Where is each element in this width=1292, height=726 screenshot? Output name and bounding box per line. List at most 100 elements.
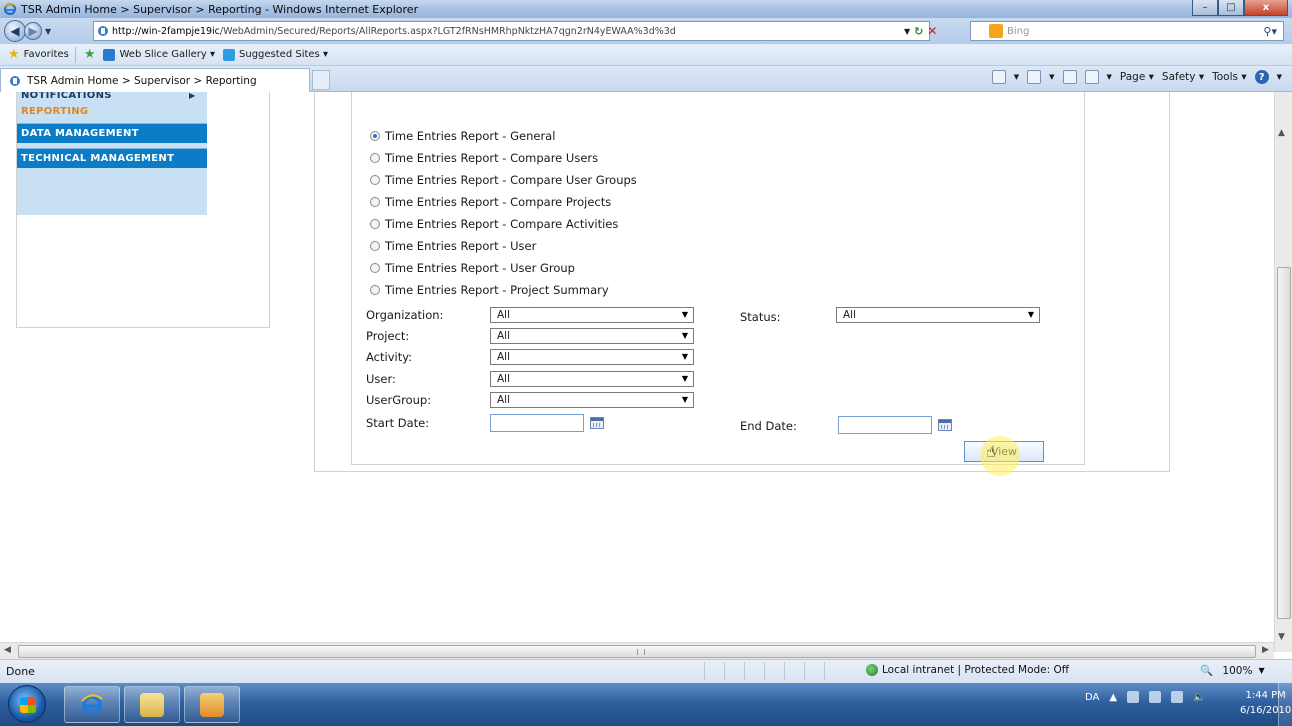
feeds-icon[interactable]	[1027, 70, 1042, 84]
safety-menu[interactable]: Safety ▾	[1162, 71, 1204, 83]
tray-expand-icon[interactable]: ▲	[1109, 692, 1117, 703]
page-menu[interactable]: Page ▾	[1120, 71, 1154, 83]
volume-icon[interactable]: 🔈	[1193, 692, 1205, 703]
scroll-left-icon[interactable]: ◀	[4, 645, 11, 655]
tab-reporting[interactable]: TSR Admin Home > Supervisor > Reporting	[0, 68, 310, 92]
radio-button[interactable]	[370, 285, 380, 295]
report-option-label: Time Entries Report - Compare Projects	[385, 195, 612, 209]
report-option-compare-projects[interactable]: Time Entries Report - Compare Projects	[370, 192, 611, 212]
search-field[interactable]: Bing ⚲▾	[970, 21, 1284, 41]
report-options-panel: Time Entries Report - General Time Entri…	[351, 92, 1085, 476]
radio-button[interactable]	[370, 175, 380, 185]
suggested-sites-icon	[223, 48, 236, 61]
security-zone[interactable]: Local intranet | Protected Mode: Off	[866, 664, 1069, 676]
taskbar-explorer-button[interactable]	[124, 686, 180, 723]
taskbar-app-button[interactable]	[184, 686, 240, 723]
menu-technical-management[interactable]: TECHNICAL MANAGEMENT	[17, 148, 207, 168]
minimize-button[interactable]: –	[1192, 0, 1218, 16]
close-button[interactable]: x	[1244, 0, 1288, 16]
windows-taskbar: DA ▲ 🔈 1:44 PM 6/16/2010	[0, 683, 1292, 726]
menu-data-management[interactable]: DATA MANAGEMENT	[17, 123, 207, 143]
action-center-icon[interactable]	[1127, 691, 1140, 703]
zoom-dropdown-icon[interactable]: ▼	[1258, 666, 1264, 675]
scroll-up-icon[interactable]: ▲	[1278, 128, 1285, 138]
search-placeholder: Bing	[1007, 25, 1030, 37]
home-dropdown-icon[interactable]: ▼	[1014, 73, 1019, 81]
radio-button[interactable]	[370, 219, 380, 229]
report-option-compare-activities[interactable]: Time Entries Report - Compare Activities	[370, 214, 618, 234]
address-dropdown-icon[interactable]: ▼	[904, 27, 910, 36]
radio-button[interactable]	[370, 241, 380, 251]
network-icon[interactable]	[1171, 691, 1184, 703]
report-option-project-summary[interactable]: Time Entries Report - Project Summary	[370, 280, 609, 300]
maximize-button[interactable]: □	[1218, 0, 1244, 16]
project-select[interactable]: All ▼	[490, 328, 694, 344]
radio-button[interactable]	[370, 263, 380, 273]
start-button[interactable]	[8, 685, 46, 723]
menu-reporting[interactable]: REPORTING	[17, 104, 207, 120]
web-slice-gallery-link[interactable]: Web Slice Gallery ▾	[103, 48, 216, 61]
vertical-scroll-thumb[interactable]	[1277, 267, 1291, 619]
print-icon[interactable]	[1084, 70, 1099, 84]
scroll-grip	[637, 649, 645, 655]
report-option-compare-user-groups[interactable]: Time Entries Report - Compare User Group…	[370, 170, 637, 190]
back-arrow-icon: ◀	[10, 24, 20, 38]
vertical-scrollbar[interactable]: ▲ ▼	[1274, 92, 1292, 652]
user-label: User:	[366, 372, 396, 386]
add-favorite-button[interactable]: ★	[84, 47, 96, 62]
stop-icon[interactable]: ✕	[927, 24, 937, 38]
horizontal-scrollbar[interactable]: ◀ ▶	[0, 642, 1274, 659]
taskbar-ie-button[interactable]	[64, 686, 120, 723]
report-option-compare-users[interactable]: Time Entries Report - Compare Users	[370, 148, 598, 168]
add-favorite-icon: ★	[83, 47, 96, 62]
organization-label: Organization:	[366, 308, 444, 322]
report-option-user-group[interactable]: Time Entries Report - User Group	[370, 258, 575, 278]
usergroup-select[interactable]: All ▼	[490, 392, 694, 408]
chevron-down-icon: ▼	[681, 374, 688, 383]
chevron-down-icon: ▼	[1027, 310, 1034, 319]
new-tab-button[interactable]	[312, 70, 330, 90]
chevron-down-icon: ▼	[681, 331, 688, 340]
feeds-dropdown-icon[interactable]: ▼	[1049, 73, 1054, 81]
search-icon[interactable]: ⚲▾	[1263, 25, 1277, 38]
print-dropdown-icon[interactable]: ▼	[1107, 73, 1112, 81]
end-date-label: End Date:	[740, 419, 797, 433]
home-icon[interactable]	[991, 70, 1006, 84]
radio-button[interactable]	[370, 197, 380, 207]
start-calendar-icon[interactable]	[590, 417, 604, 429]
power-icon[interactable]	[1149, 691, 1162, 703]
back-button[interactable]: ◀	[4, 20, 26, 42]
forward-arrow-icon: ▶	[28, 24, 38, 38]
show-desktop-button[interactable]	[1278, 683, 1292, 726]
end-calendar-icon[interactable]	[938, 419, 952, 431]
refresh-icon[interactable]: ↻	[914, 25, 923, 38]
end-date-input[interactable]	[838, 416, 932, 434]
address-field[interactable]: http://win-2fampje19ic/WebAdmin/Secured/…	[93, 21, 930, 41]
status-select[interactable]: All ▼	[836, 307, 1040, 323]
scroll-right-icon[interactable]: ▶	[1262, 645, 1269, 655]
horizontal-scroll-thumb[interactable]	[18, 645, 1256, 658]
user-select[interactable]: All ▼	[490, 371, 694, 387]
mail-icon[interactable]	[1062, 70, 1077, 84]
report-option-general[interactable]: Time Entries Report - General	[370, 126, 555, 146]
activity-select[interactable]: All ▼	[490, 349, 694, 365]
forward-button[interactable]: ▶	[24, 22, 42, 40]
zoom-control[interactable]: 🔍 100% ▼	[1200, 664, 1265, 678]
help-dropdown-icon[interactable]: ▼	[1277, 73, 1282, 81]
menu-notifications[interactable]: NOTIFICATIONS ▶	[17, 92, 207, 104]
recent-pages-dropdown-icon[interactable]: ▼	[45, 27, 51, 36]
organization-select[interactable]: All ▼	[490, 307, 694, 323]
web-slice-label: Web Slice Gallery ▾	[119, 49, 216, 60]
favorites-button[interactable]: ★ Favorites	[8, 47, 69, 62]
radio-button[interactable]	[370, 153, 380, 163]
scroll-down-icon[interactable]: ▼	[1278, 632, 1285, 642]
report-option-user[interactable]: Time Entries Report - User	[370, 236, 536, 256]
start-date-input[interactable]	[490, 414, 584, 432]
suggested-sites-link[interactable]: Suggested Sites ▾	[223, 48, 328, 61]
tools-menu[interactable]: Tools ▾	[1212, 71, 1246, 83]
language-indicator[interactable]: DA	[1085, 692, 1099, 703]
radio-button[interactable]	[370, 131, 380, 141]
app-icon	[200, 692, 224, 717]
help-icon[interactable]: ?	[1254, 70, 1269, 84]
internet-explorer-icon	[81, 694, 103, 715]
